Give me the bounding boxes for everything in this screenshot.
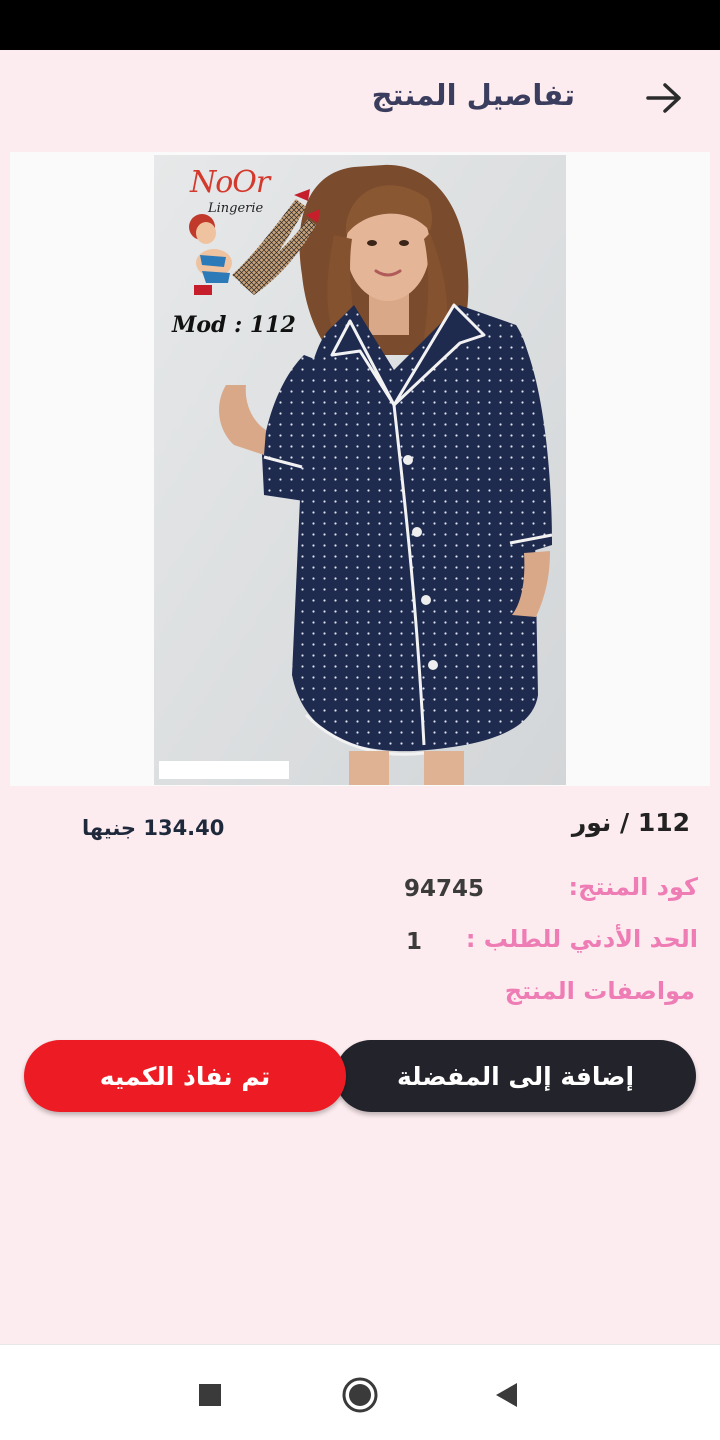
model-label: Mod : 112 (172, 312, 296, 338)
arrow-right-icon (646, 83, 681, 113)
add-to-favorites-button[interactable]: إضافة إلى المفضلة (335, 1040, 696, 1112)
image-watermark-strip (159, 761, 289, 779)
product-photo[interactable]: NoOr Lingerie Mod : 112 (154, 155, 566, 785)
min-order-value: 1 (406, 929, 423, 955)
app-bar: تفاصيل المنتج (0, 50, 720, 146)
home-button[interactable] (338, 1373, 382, 1417)
back-button[interactable] (638, 78, 690, 118)
product-image-card: NoOr Lingerie Mod : 112 (10, 152, 710, 786)
product-name: 112 / نور (571, 808, 690, 837)
system-navigation-bar (0, 1344, 720, 1440)
recents-button[interactable] (188, 1373, 232, 1417)
status-bar (0, 0, 720, 50)
product-price: 134.40 جنيها (82, 816, 225, 840)
square-icon (199, 1384, 221, 1406)
product-code-value: 94745 (404, 876, 485, 902)
page-title: تفاصيل المنتج (371, 78, 575, 112)
min-order-label: الحد الأدني للطلب : (465, 925, 698, 953)
nav-back-button[interactable] (484, 1373, 528, 1417)
triangle-back-icon (496, 1383, 517, 1407)
product-code-label: كود المنتج: (568, 873, 699, 901)
product-specs-link[interactable]: مواصفات المنتج (505, 977, 695, 1005)
circle-home-icon (342, 1377, 378, 1413)
out-of-stock-button[interactable]: تم نفاذ الكميه (24, 1040, 346, 1112)
logo-text: NoOr (190, 165, 270, 200)
logo-subtext: Lingerie (208, 201, 264, 216)
